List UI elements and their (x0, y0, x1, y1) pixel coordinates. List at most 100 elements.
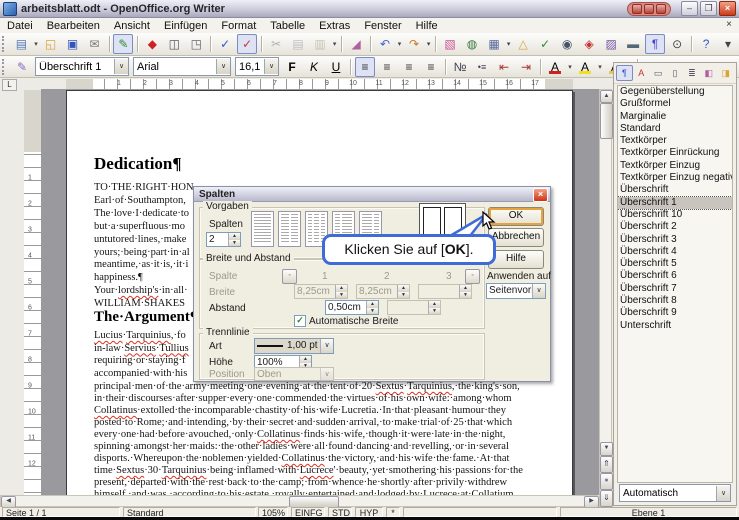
menu-item-datei[interactable]: Datei (0, 20, 40, 32)
cancel-button[interactable]: Abbrechen (488, 228, 544, 247)
style-list-item[interactable]: Textkörper Einrückung (618, 147, 732, 159)
horizontal-scrollbar[interactable]: ◀ ▶ (0, 495, 598, 507)
font-size-value[interactable]: 16,1 (236, 61, 264, 73)
dialog-close-icon[interactable]: × (533, 188, 548, 202)
columns-count-spinner[interactable]: ▲ ▼ (228, 233, 240, 246)
style-list-item[interactable]: Überschrift 7 (618, 283, 732, 295)
italic-button[interactable]: K (304, 57, 324, 77)
next-page-icon[interactable]: ⇓ (600, 490, 613, 507)
menu-item-bearbeiten[interactable]: Bearbeiten (40, 20, 107, 32)
bullets-button[interactable]: •≡ (472, 57, 492, 77)
gallery-colors-icon[interactable]: ▧ (440, 34, 460, 54)
edit-file-icon[interactable]: ✎ (113, 34, 133, 54)
zoom-icon[interactable]: ⊙ (667, 34, 687, 54)
style-list-item[interactable]: Überschrift 8 (618, 295, 732, 307)
spin-down-icon[interactable]: ▼ (229, 240, 240, 247)
list-styles-icon[interactable]: ≣ (683, 65, 700, 81)
vertical-scroll-thumb[interactable] (600, 103, 613, 139)
minimize-button[interactable]: – (681, 1, 698, 16)
page-styles-icon[interactable]: ▯ (667, 65, 684, 81)
auto-spellcheck-icon[interactable]: ✓ (237, 34, 257, 54)
formatting-marks-icon[interactable]: ¶ (645, 34, 665, 54)
style-list-item[interactable]: Überschrift 5 (618, 258, 732, 270)
style-list-item[interactable]: Grußformel (618, 98, 732, 110)
status-cell[interactable]: 105% (258, 507, 288, 517)
horizontal-ruler[interactable]: 1234567891011121314151617 (44, 79, 598, 89)
styles-filter-value[interactable]: Automatisch (620, 488, 716, 499)
styles-list[interactable]: GegenüberstellungGrußformelMarginalieSta… (617, 85, 733, 483)
previous-page-icon[interactable]: ⇑ (600, 456, 613, 473)
status-cell[interactable]: HYP (355, 507, 383, 517)
character-styles-icon[interactable]: A (633, 65, 650, 81)
style-list-item[interactable]: Unterschrift (618, 320, 732, 332)
ok-button[interactable]: OK (488, 207, 544, 226)
menu-item-tabelle[interactable]: Tabelle (263, 20, 312, 32)
chevron-down-icon[interactable]: ▾ (331, 40, 338, 48)
chevron-down-icon[interactable]: ▾ (396, 40, 403, 48)
underline-button[interactable]: U (326, 57, 346, 77)
highlighting-button[interactable]: A (575, 57, 595, 77)
columns-scroll-right-button[interactable]: ◦ (465, 269, 480, 284)
navigator-icon[interactable]: ◈ (579, 34, 599, 54)
data-sources-icon[interactable]: ▬ (623, 34, 643, 54)
columns-count-value[interactable]: 2 (207, 233, 228, 246)
menu-item-hilfe[interactable]: Hilfe (409, 20, 445, 32)
redo-icon[interactable]: ↷ (404, 34, 424, 54)
style-list-item[interactable]: Textkörper Einzug (618, 160, 732, 172)
insert-table-icon[interactable]: ▦ (484, 34, 504, 54)
close-button[interactable]: × (719, 1, 736, 16)
font-size-combo[interactable]: 16,1 ∨ (235, 57, 279, 76)
vertical-scrollbar[interactable]: ▲ ▼ ⇑ ● ⇓ (599, 89, 612, 507)
justify-button[interactable]: ≡ (421, 57, 441, 77)
undo-icon[interactable]: ↶ (375, 34, 395, 54)
style-list-item[interactable]: Gegenüberstellung (618, 86, 732, 98)
chevron-down-icon[interactable]: ∨ (716, 486, 730, 501)
columns-count-field[interactable]: 2 ▲ ▼ (206, 232, 241, 247)
font-color-button[interactable]: A (545, 57, 565, 77)
style-list-item[interactable]: Überschrift 3 (618, 234, 732, 246)
menu-item-extras[interactable]: Extras (312, 20, 357, 32)
hyperlink-icon[interactable]: ◍ (462, 34, 482, 54)
style-list-item[interactable]: Textkörper (618, 135, 732, 147)
dialog-title[interactable]: Spalten (194, 187, 550, 202)
style-list-item[interactable]: Standard (618, 123, 732, 135)
status-cell[interactable]: STD (328, 507, 352, 517)
increase-indent-button[interactable]: ⇥ (516, 57, 536, 77)
styles-window-icon[interactable]: ✎ (12, 57, 32, 77)
line-style-combo[interactable]: 1,00 pt ∨ (254, 338, 334, 354)
styles-filter-combo[interactable]: Automatisch ∨ (619, 484, 731, 502)
menu-item-einfügen[interactable]: Einfügen (157, 20, 214, 32)
scroll-up-icon[interactable]: ▲ (600, 90, 613, 103)
drawing-functions-icon[interactable]: △ (513, 34, 533, 54)
new-style-from-selection-icon[interactable]: ◨ (717, 65, 734, 81)
columns-scroll-left-button[interactable]: ◦ (282, 269, 297, 284)
decrease-indent-button[interactable]: ⇤ (494, 57, 514, 77)
chevron-down-icon[interactable]: ∨ (532, 284, 545, 298)
numbering-button[interactable]: № (450, 57, 470, 77)
apply-to-combo[interactable]: Seitenvorlage ∨ (486, 283, 546, 299)
recorder-button[interactable] (632, 4, 642, 14)
frame-styles-icon[interactable]: ▭ (650, 65, 667, 81)
menu-item-fenster[interactable]: Fenster (357, 20, 408, 32)
save-icon[interactable]: ▣ (63, 34, 83, 54)
vertical-ruler[interactable]: 123456789101112 (24, 90, 42, 495)
help-icon[interactable]: ? (696, 34, 716, 54)
font-name-value[interactable]: Arial (134, 61, 216, 73)
line-style-value[interactable]: 1,00 pt (285, 339, 320, 353)
chevron-down-icon[interactable]: ∨ (320, 339, 333, 353)
chevron-down-icon[interactable]: ▾ (596, 63, 604, 71)
align-center-button[interactable]: ≡ (377, 57, 397, 77)
paragraph-style-combo[interactable]: Überschrift 1 ∨ (35, 57, 129, 76)
style-list-item[interactable]: Textkörper Einzug negativ (618, 172, 732, 184)
tab-stop-selector[interactable]: L (2, 79, 17, 91)
gallery-icon[interactable]: ▨ (601, 34, 621, 54)
chevron-down-icon[interactable]: ∨ (216, 59, 230, 74)
apply-to-value[interactable]: Seitenvorlage (487, 284, 532, 298)
automatic-width-label[interactable]: Automatische Breite (309, 316, 399, 327)
style-list-item[interactable]: Überschrift 4 (618, 246, 732, 258)
status-cell[interactable]: * (386, 507, 400, 517)
style-list-item[interactable]: Marginalie (618, 111, 732, 123)
style-list-item[interactable]: Überschrift 9 (618, 307, 732, 319)
email-icon[interactable]: ✉ (85, 34, 105, 54)
scroll-down-icon[interactable]: ▼ (600, 442, 613, 456)
